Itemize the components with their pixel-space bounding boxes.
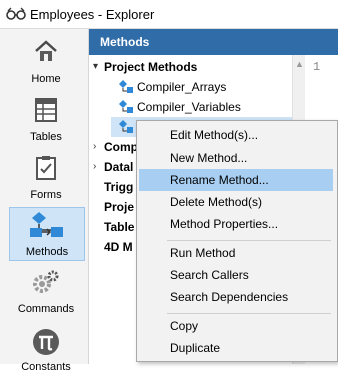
chevron-down-icon[interactable]: ▾ (93, 57, 103, 77)
chevron-right-icon[interactable]: › (93, 157, 103, 177)
tree-item-method[interactable]: Compiler_Variables (89, 97, 292, 117)
sidebar-item-label: Constants (21, 361, 71, 373)
window-title: Employees - Explorer (30, 7, 155, 22)
tree-node-label: Proje (104, 200, 135, 214)
tree-node-project-methods[interactable]: ▾ Project Methods (89, 57, 292, 77)
app-icon (6, 7, 26, 20)
tree-node-label: Project Methods (104, 60, 198, 74)
menu-item-search-dependencies[interactable]: Search Dependencies (139, 286, 333, 308)
sidebar-item-commands[interactable]: Commands (9, 265, 83, 317)
method-icon (119, 100, 133, 113)
methods-icon (30, 212, 63, 237)
menu-separator (167, 240, 331, 241)
menu-separator (167, 313, 331, 314)
sidebar-item-label: Tables (30, 131, 62, 143)
tables-icon (35, 98, 57, 122)
chevron-right-icon[interactable]: › (93, 137, 103, 157)
tree-node-label: Datal (104, 160, 134, 174)
menu-item-label: Delete Method(s) (170, 195, 263, 209)
menu-item-label: Method Properties... (170, 217, 279, 231)
tree-node-label: Trigg (104, 180, 134, 194)
method-icon (119, 120, 133, 133)
menu-item-rename-method[interactable]: Rename Method... (139, 169, 333, 191)
sidebar-item-methods[interactable]: Methods (9, 207, 85, 261)
menu-item-label: Edit Method(s)... (170, 128, 259, 142)
menu-item-method-properties[interactable]: Method Properties... (139, 213, 333, 235)
menu-item-duplicate[interactable]: Duplicate (139, 337, 333, 359)
forms-icon (36, 156, 56, 180)
menu-item-label: Search Dependencies (170, 290, 289, 304)
method-icon (119, 80, 133, 93)
context-menu: Edit Method(s)... New Method... Rename M… (136, 120, 338, 362)
sidebar-item-tables[interactable]: Tables (9, 93, 83, 145)
menu-item-delete-method[interactable]: Delete Method(s) (139, 191, 333, 213)
line-number: 1 (313, 60, 321, 74)
sidebar-item-constants[interactable]: Constants (9, 323, 83, 375)
sidebar-item-label: Home (31, 73, 61, 85)
method-name: Compiler_Arrays (137, 80, 227, 94)
menu-item-copy[interactable]: Copy (139, 315, 333, 337)
tree-item-method[interactable]: Compiler_Arrays (89, 77, 292, 97)
commands-icon (33, 270, 59, 293)
menu-item-label: Duplicate (170, 341, 221, 355)
tree-node-label: Table (104, 220, 135, 234)
menu-item-label: Rename Method... (170, 173, 269, 187)
scroll-up-icon[interactable]: ▲ (295, 59, 304, 69)
sidebar-item-label: Commands (17, 303, 75, 315)
pi-icon (33, 329, 59, 355)
menu-item-run-method[interactable]: Run Method (139, 242, 333, 264)
sidebar-item-home[interactable]: Home (9, 35, 83, 87)
sidebar-item-forms[interactable]: Forms (9, 151, 83, 203)
menu-item-label: Copy (170, 319, 199, 333)
sidebar-item-label: Methods (25, 246, 69, 258)
tree-node-label: 4D M (104, 240, 133, 254)
menu-item-label: Search Callers (170, 268, 249, 282)
menu-item-label: Run Method (170, 246, 236, 260)
methods-panel-header: Methods (89, 29, 338, 55)
menu-item-edit-method[interactable]: Edit Method(s)... (139, 124, 333, 146)
home-icon (35, 40, 57, 61)
menu-item-search-callers[interactable]: Search Callers (139, 264, 333, 286)
sidebar-item-label: Forms (30, 189, 62, 201)
tree-node-label: Comp (104, 140, 138, 154)
sidebar: Home Tables Forms Methods Commands Const… (0, 29, 89, 373)
menu-item-label: New Method... (170, 151, 248, 165)
panel-title: Methods (100, 35, 150, 49)
method-name: Compiler_Variables (137, 100, 241, 114)
title-bar: Employees - Explorer (0, 0, 338, 29)
menu-item-new-method[interactable]: New Method... (139, 147, 333, 169)
